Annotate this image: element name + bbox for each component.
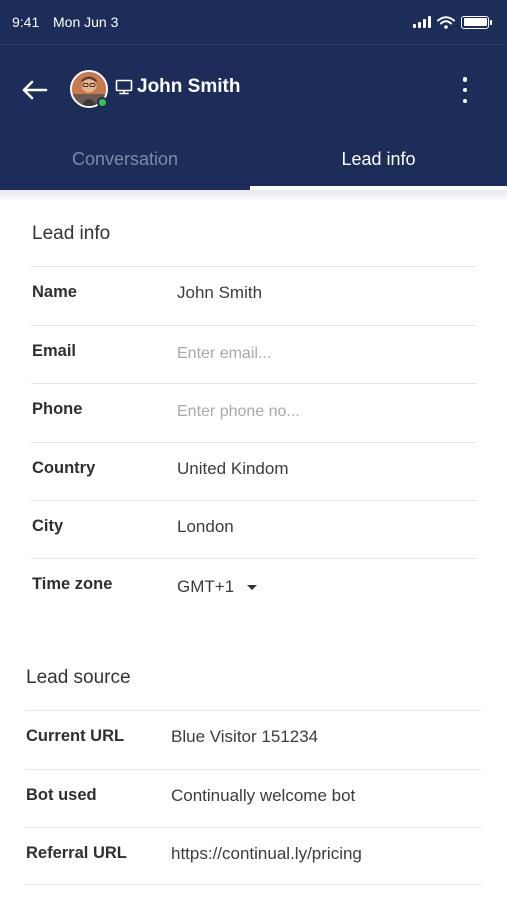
back-arrow-icon [22, 80, 48, 100]
phone-row: Phone [31, 383, 476, 441]
contact-avatar[interactable] [70, 70, 108, 108]
status-date: Mon Jun 3 [53, 14, 119, 30]
tab-bar: Conversation Lead info [0, 128, 507, 190]
contact-name: John Smith [137, 76, 241, 97]
country-row: Country United Kindom [31, 442, 476, 500]
dropdown-caret-icon [247, 584, 258, 590]
current-url-row: Current URL Blue Visitor 151234 [25, 710, 481, 768]
referral-url-row: Referral URL https://continual.ly/pricin… [25, 827, 481, 885]
bot-used-row: Bot used Continually welcome bot [25, 769, 481, 827]
current-url-value: Blue Visitor 151234 [171, 727, 319, 746]
name-value[interactable]: John Smith [177, 283, 262, 303]
phone-label: Phone [32, 400, 83, 418]
timezone-label: Time zone [32, 575, 113, 593]
header-divider [0, 44, 507, 45]
tab-conversation[interactable]: Conversation [0, 128, 250, 190]
battery-icon [461, 15, 492, 29]
country-value[interactable]: United Kindom [177, 459, 289, 479]
status-icons [413, 13, 492, 31]
referral-url-label: Referral URL [26, 844, 127, 862]
bot-used-label: Bot used [26, 786, 97, 804]
email-label: Email [32, 342, 77, 360]
wifi-icon [437, 15, 455, 29]
city-row: City London [31, 500, 476, 558]
email-field[interactable] [175, 337, 465, 371]
top-nav-bar: John Smith [0, 60, 507, 120]
content-shadow [0, 190, 507, 202]
lead-source-title: Lead source [26, 667, 131, 688]
lead-info-title: Lead info [32, 223, 111, 244]
tab-lead-info[interactable]: Lead info [250, 128, 507, 190]
city-label: City [32, 517, 64, 535]
email-row: Email [31, 325, 476, 383]
timezone-select[interactable]: GMT+1 [177, 571, 258, 603]
status-bar: 9:41 Mon Jun 3 [0, 0, 507, 44]
timezone-row: Time zone GMT+1 [31, 558, 476, 616]
current-url-label: Current URL [26, 727, 125, 745]
name-label: Name [32, 283, 77, 301]
bot-used-value: Continually welcome bot [171, 786, 356, 805]
back-button[interactable] [18, 75, 52, 105]
monitor-icon [115, 79, 133, 95]
online-status-dot [97, 97, 108, 108]
status-time: 9:41 [12, 14, 40, 30]
country-label: Country [32, 459, 96, 477]
signal-icon [413, 16, 431, 28]
referral-url-value[interactable]: https://continual.ly/pricing [171, 844, 362, 864]
phone-field[interactable] [175, 395, 465, 429]
app-header: 9:41 Mon Jun 3 John Smith Conversation L… [0, 0, 507, 190]
city-value[interactable]: London [177, 517, 234, 537]
name-row: Name John Smith [31, 266, 476, 324]
timezone-value: GMT+1 [177, 577, 235, 596]
more-vertical-icon[interactable] [459, 77, 471, 103]
